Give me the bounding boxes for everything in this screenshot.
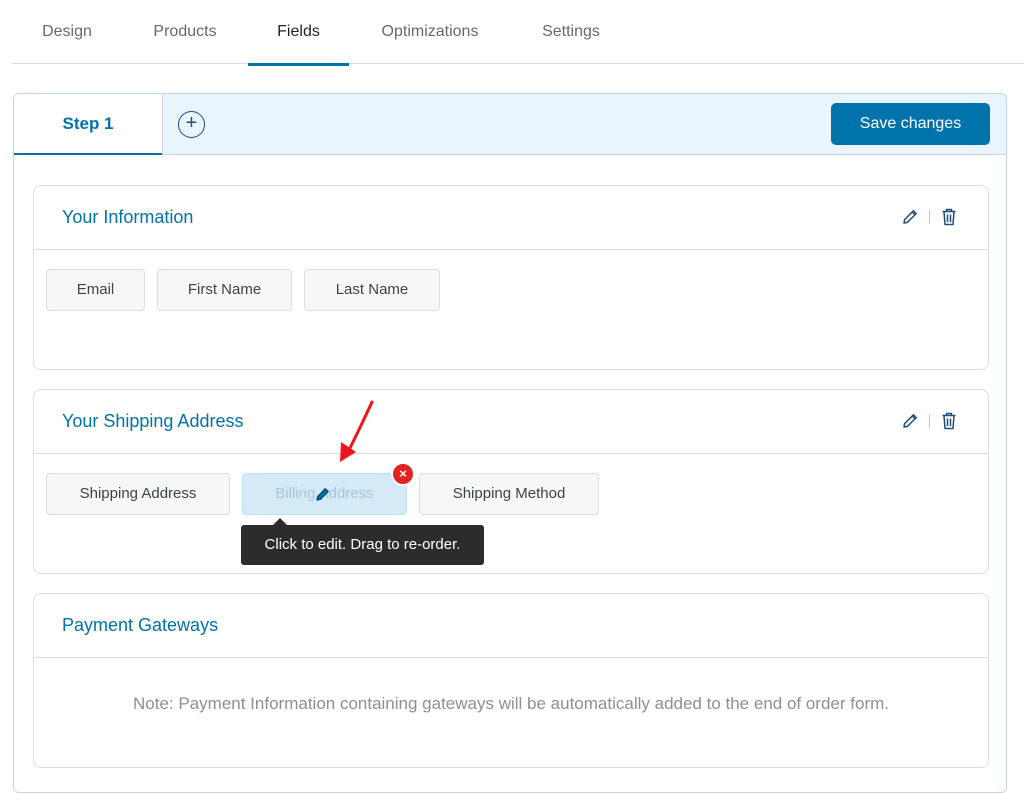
top-tabs: Design Products Fields Optimizations Set…	[12, 0, 1024, 66]
payment-note: Note: Payment Information containing gat…	[133, 694, 889, 713]
section-actions	[901, 206, 958, 228]
section-header: Payment Gateways	[34, 594, 988, 658]
annotation-arrow-icon	[340, 400, 374, 462]
step-panel: Step 1 + Save changes Your Information E…	[13, 93, 1007, 793]
section-header: Your Shipping Address	[34, 390, 988, 454]
action-divider	[929, 414, 930, 428]
section-header: Your Information	[34, 186, 988, 250]
tab-products[interactable]: Products	[138, 0, 232, 64]
save-changes-button[interactable]: Save changes	[831, 103, 990, 145]
section-your-information: Your Information Email First Name Last N…	[33, 185, 989, 370]
field-last-name[interactable]: Last Name	[304, 269, 440, 311]
tab-design[interactable]: Design	[24, 0, 110, 64]
add-step-button[interactable]: +	[178, 111, 205, 138]
tab-fields[interactable]: Fields	[248, 0, 349, 66]
field-shipping-method[interactable]: Shipping Method	[419, 473, 599, 515]
step-header: Step 1 + Save changes	[14, 94, 1006, 156]
section-title: Payment Gateways	[62, 615, 219, 635]
tab-optimizations[interactable]: Optimizations	[370, 0, 490, 64]
trash-icon[interactable]	[940, 411, 958, 431]
tab-settings[interactable]: Settings	[528, 0, 614, 64]
field-email[interactable]: Email	[46, 269, 145, 311]
step-body: Your Information Email First Name Last N…	[14, 155, 1006, 792]
section-payment-gateways: Payment Gateways Note: Payment Informati…	[33, 593, 989, 768]
section-title: Your Shipping Address	[62, 411, 244, 431]
trash-icon[interactable]	[940, 207, 958, 227]
field-first-name[interactable]: First Name	[157, 269, 292, 311]
section-title: Your Information	[62, 207, 194, 227]
section-your-shipping-address: Your Shipping Address Shipping Address B…	[33, 389, 989, 574]
pencil-icon[interactable]	[314, 485, 332, 503]
field-shipping-address[interactable]: Shipping Address	[46, 473, 230, 515]
pencil-icon[interactable]	[901, 207, 919, 227]
remove-field-button[interactable]: ×	[391, 462, 415, 486]
step-tab-1[interactable]: Step 1	[14, 94, 163, 156]
pencil-icon[interactable]	[901, 411, 919, 431]
section-actions	[901, 410, 958, 432]
action-divider	[929, 210, 930, 224]
tooltip: Click to edit. Drag to re-order.	[241, 518, 484, 565]
